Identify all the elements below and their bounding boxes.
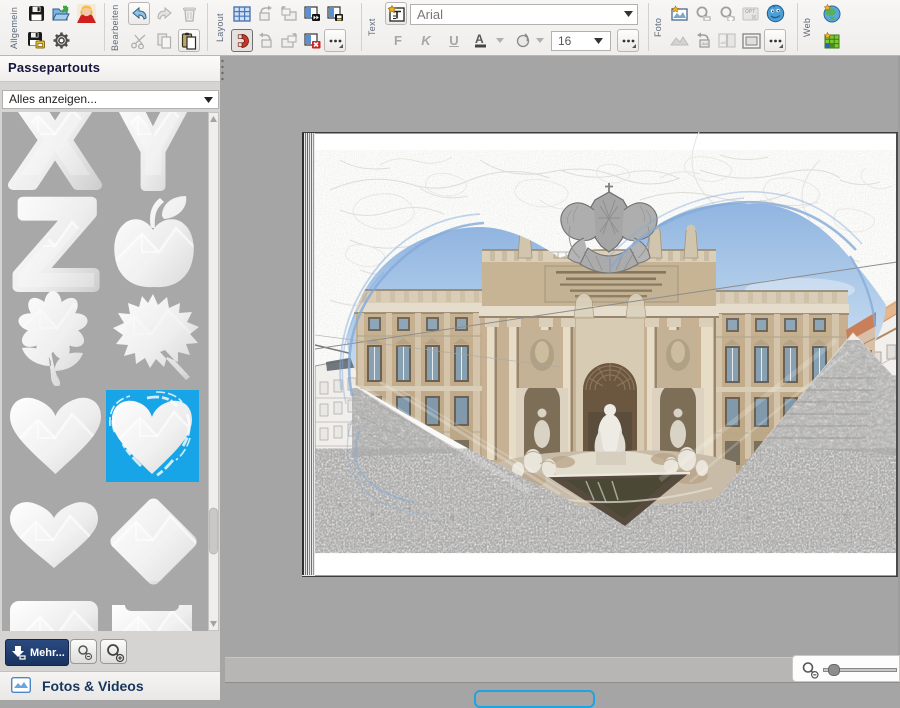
svg-text:OPT: OPT — [745, 9, 755, 15]
svg-text:A: A — [475, 32, 484, 46]
